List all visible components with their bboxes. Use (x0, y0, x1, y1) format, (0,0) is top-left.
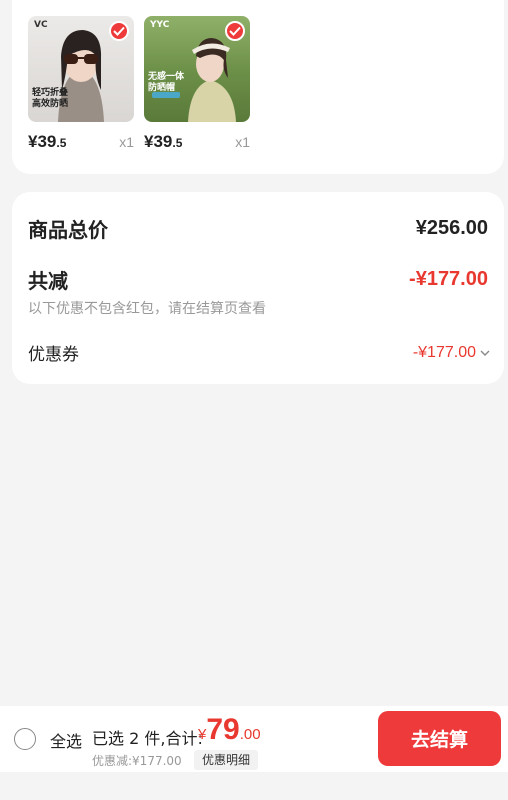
total-amount: ¥ 79 .00 (198, 713, 261, 746)
product-price: ¥39.5 (28, 132, 67, 151)
brand-logo: YYC (150, 20, 170, 30)
discount-summary: 优惠减:¥177.00 (92, 754, 182, 768)
product-item[interactable]: YYC 无感一体 防晒帽 ¥39.5 x1 (144, 16, 250, 152)
product-quantity: x1 (119, 134, 134, 150)
product-card: VC 轻巧折叠 高效防晒 ¥39.5 x1 YYC 无感一体 防晒帽 ¥39.5… (12, 0, 504, 174)
coupon-row[interactable]: 优惠券 -¥177.00 (28, 340, 490, 365)
checked-icon[interactable] (225, 21, 245, 41)
select-all-radio[interactable] (14, 728, 36, 750)
product-price: ¥39.5 (144, 132, 183, 151)
product-quantity: x1 (235, 134, 250, 150)
checkout-bar: 全选 已选 2 件,合计: ¥ 79 .00 优惠减:¥177.00 优惠明细 … (0, 706, 508, 772)
selected-count-text: 已选 2 件,合计: (92, 729, 203, 748)
product-caption: 轻巧折叠 高效防晒 (32, 88, 69, 109)
total-price-value: ¥256.00 (415, 217, 488, 239)
bottom-safe-area (0, 772, 508, 800)
reduction-value: -¥177.00 (409, 268, 488, 290)
discount-note: 以下优惠不包含红包，请在结算页查看 (28, 301, 266, 317)
total-price-row: 商品总价 ¥256.00 (28, 214, 488, 243)
product-image[interactable]: VC 轻巧折叠 高效防晒 (28, 16, 134, 122)
total-price-label: 商品总价 (28, 218, 108, 242)
checked-icon[interactable] (109, 21, 129, 41)
reduction-label: 共减 (28, 269, 68, 293)
price-summary-card: 商品总价 ¥256.00 共减 -¥177.00 以下优惠不包含红包，请在结算页… (12, 192, 504, 384)
discount-detail-button[interactable]: 优惠明细 (194, 750, 259, 770)
product-item[interactable]: VC 轻巧折叠 高效防晒 ¥39.5 x1 (28, 16, 134, 152)
brand-logo: VC (34, 20, 48, 30)
chevron-down-icon (480, 350, 490, 356)
checkout-button[interactable]: 去结算 (378, 711, 501, 766)
product-caption: 无感一体 防晒帽 (148, 72, 185, 93)
coupon-label: 优惠券 (28, 345, 79, 365)
coupon-value[interactable]: -¥177.00 (413, 344, 490, 362)
total-reduction-row: 共减 -¥177.00 (28, 265, 488, 294)
select-all-label[interactable]: 全选 (50, 728, 82, 752)
product-image[interactable]: YYC 无感一体 防晒帽 (144, 16, 250, 122)
